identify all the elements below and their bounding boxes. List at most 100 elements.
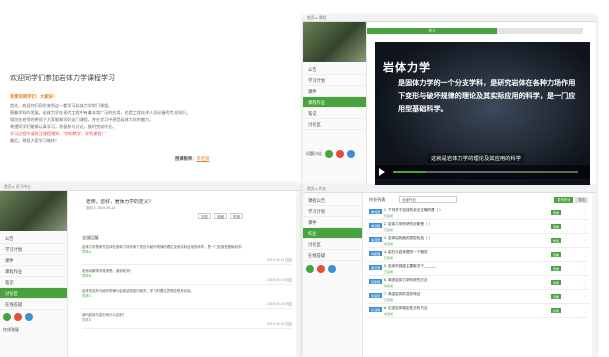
more-icon[interactable]: ⋮ [582, 280, 586, 285]
scrollbar[interactable] [296, 191, 300, 357]
reply-item: 请问岩体与岩石有什么区别？ 同学D 2019-05-15 回复 [82, 313, 292, 329]
favorite-button[interactable]: 收藏 [214, 213, 227, 219]
question-text: 8. 论述岩体稳定性分析方法 [384, 306, 428, 310]
answer-entry[interactable]: 在线答疑 [3, 327, 19, 333]
sidebar-item[interactable]: 学习计划 [303, 75, 366, 86]
row-action-button[interactable]: 查看 [550, 210, 561, 215]
course-cover-image [0, 191, 67, 231]
tool-icons [3, 313, 33, 321]
sidebar-item[interactable]: 课件 [303, 86, 366, 97]
more-icon[interactable]: ⋮ [582, 308, 586, 313]
export-button[interactable]: 导出 [575, 197, 588, 203]
discussion-panel: 首页 ▸ 学习中心 公告 学习计划 课件 课程作业 笔记 讨论区 在线答疑 在线… [0, 183, 300, 357]
row-action-button[interactable]: 作答 [550, 238, 561, 243]
sidebar-item[interactable]: 课程公告 [303, 195, 362, 206]
exercise-row[interactable]: 单选题 1. 下列关于岩体的说法正确的是（ ） 已完成 查看 ⋮ [367, 207, 589, 220]
more-icon[interactable]: ⋮ [582, 294, 586, 299]
play-icon[interactable] [379, 168, 385, 176]
chat-icon[interactable] [325, 150, 333, 158]
reply-action[interactable]: 2019-05-14 回复 [267, 258, 292, 263]
row-action-button[interactable]: 查看 [550, 224, 561, 229]
row-action-button[interactable]: 查看 [550, 294, 561, 299]
row-action-button[interactable]: 作答 [550, 308, 561, 313]
more-icon[interactable]: ⋮ [582, 252, 586, 257]
reply-author: 同学C [82, 294, 92, 298]
more-icon[interactable]: ⋮ [582, 210, 586, 215]
question-status: 已完成 [384, 228, 394, 232]
signature-name[interactable]: 李老师 [196, 156, 209, 161]
report-button[interactable]: 举报 [230, 213, 243, 219]
question-status: 未完成 [384, 284, 394, 288]
sidebar-item[interactable]: 学习计划 [0, 244, 67, 255]
reply-action[interactable]: 2019-05-14 回复 [267, 278, 292, 283]
exercise-row[interactable]: 简答题 6. 简述岩体力学的研究方法 未完成 作答 ⋮ [367, 277, 589, 290]
question-text: 1. 下列关于岩体的说法正确的是（ ） [384, 208, 443, 212]
sidebar-item[interactable]: 公告 [303, 64, 366, 75]
row-action-button[interactable]: 作答 [550, 280, 561, 285]
sidebar-item[interactable]: 讨论区 [303, 119, 366, 130]
chat-icon[interactable] [3, 313, 11, 321]
letter-paragraph: 首先，欢迎你们同学来到这一都学习岩体力学的门课程。 [10, 103, 113, 108]
sidebar-item[interactable]: 笔记 [303, 108, 366, 119]
more-icon[interactable]: ⋮ [582, 238, 586, 243]
sidebar-item-active[interactable]: 课程作业 [303, 97, 366, 108]
reply-button[interactable]: 回复 [198, 213, 211, 219]
question-status: 已完成 [384, 298, 394, 302]
video-text: 是固体力学的一个分支学科，是研究岩体在各种力场作用下变形与破坏规律的理论及其实际… [398, 79, 576, 113]
lesson-tab[interactable]: 学习 [367, 28, 497, 34]
publish-button[interactable]: 发布作业 [554, 197, 574, 203]
sidebar: 公告 学习计划 课件 课程作业 笔记 讨论区 在线答疑 在线答疑 [0, 191, 68, 357]
letter-signature: 授课教师：李老师 [175, 156, 209, 162]
video-subtitle: 这就是岩体力学的理论及其应用的科学 [428, 153, 525, 163]
share-icon[interactable] [328, 265, 336, 273]
sidebar-item[interactable]: 在线答疑 [0, 299, 67, 310]
letter-title: 欢迎同学们参加岩体力学课程学习 [10, 75, 115, 82]
sidebar-item[interactable]: 讨论区 [303, 239, 362, 250]
question-status: 已完成 [384, 214, 394, 218]
exercise-row[interactable]: 单选题 2. 岩体力学的研究对象是（ ） 已完成 查看 ⋮ [367, 221, 589, 234]
lesson-tab-inactive[interactable] [497, 28, 583, 34]
answer-label: 在线答疑 [3, 327, 19, 332]
exercise-row[interactable]: 论述题 8. 论述岩体稳定性分析方法 未完成 作答 ⋮ [367, 305, 589, 318]
row-action-button[interactable]: 查看 [550, 252, 561, 257]
signature-label: 授课教师： [175, 156, 197, 161]
question-type: 单选题 [369, 209, 383, 214]
reply-author: 同学A [82, 250, 92, 254]
sidebar-item[interactable]: 笔记 [0, 277, 67, 288]
sidebar-item-active[interactable]: 讨论区 [0, 288, 67, 299]
tool-icons: 问题讨论 [306, 150, 355, 158]
sidebar-item[interactable]: 学习计划 [303, 206, 362, 217]
chat-icon[interactable] [306, 265, 314, 273]
letter-paragraph: 随着学科的发展，岩体力学在现代工程中有着非常广泛的应用，也是工程技术人员必备的专… [10, 110, 191, 115]
row-action-button[interactable]: 查看 [550, 266, 561, 271]
more-icon[interactable]: ⋮ [582, 266, 586, 271]
letter-paragraph: 学习过程中请关注课程通知，“你的教学，学的课程！” [10, 131, 107, 136]
progress-bar[interactable] [393, 171, 578, 173]
sidebar-item[interactable]: 课件 [303, 217, 362, 228]
exercise-row[interactable]: 多选题 3. 岩体结构面的类型包括（ ） 未完成 作答 ⋮ [367, 235, 589, 248]
exercise-row[interactable]: 简答题 7. 简述岩体的变形特征 已完成 查看 ⋮ [367, 291, 589, 304]
list-header: 作业列表 [369, 197, 386, 202]
all-replies-header: 全部回复 [82, 235, 99, 240]
exercise-row[interactable]: 填空题 5. 岩体的强度主要取决于______ 已完成 查看 ⋮ [367, 263, 589, 276]
sidebar-item-active[interactable]: 作业 [303, 228, 362, 239]
share-icon[interactable] [25, 313, 33, 321]
question-text: 5. 岩体的强度主要取决于______ [384, 264, 436, 268]
record-icon[interactable] [336, 150, 344, 158]
reply-action[interactable]: 2019-05-15 回复 [267, 302, 292, 307]
sidebar-item[interactable]: 公告 [0, 233, 67, 244]
record-icon[interactable] [317, 265, 325, 273]
exercise-row[interactable]: 判断题 4. 岩石与岩体是同一个概念 已完成 查看 ⋮ [367, 249, 589, 262]
share-icon[interactable] [347, 150, 355, 158]
record-icon[interactable] [14, 313, 22, 321]
sidebar-item[interactable]: 课件 [0, 255, 67, 266]
topbar: 首页 ▸ 学习中心 [0, 183, 300, 191]
more-icon[interactable]: ⋮ [582, 224, 586, 229]
letter-paragraph: 最后，预祝大家学习愉快！ [10, 138, 60, 143]
scrollbar[interactable] [592, 193, 596, 357]
welcome-letter-panel: 欢迎同学们参加岩体力学课程学习 亲爱的同学们：大家好！ 首先，欢迎你们同学来到这… [0, 0, 300, 178]
filter-select[interactable]: 全部作业 [399, 196, 457, 203]
reply-action[interactable]: 2019-05-15 回复 [267, 322, 292, 327]
sidebar-item[interactable]: 在线答疑 [303, 250, 362, 261]
sidebar-item[interactable]: 课程作业 [0, 266, 67, 277]
